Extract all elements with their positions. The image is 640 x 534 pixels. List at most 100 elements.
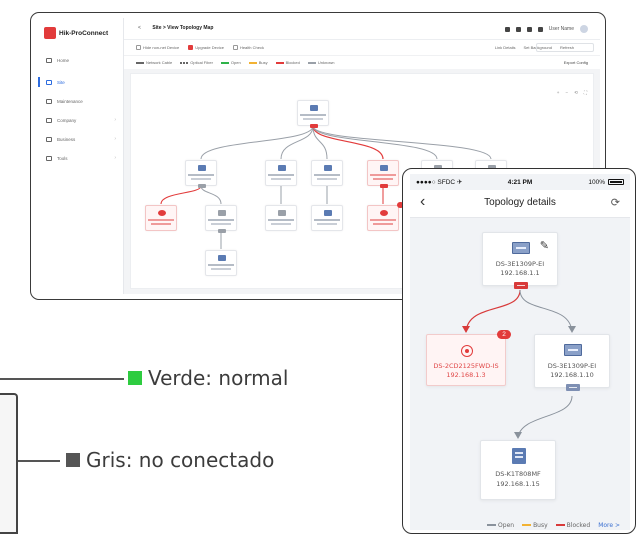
sidebar-item-label: Company: [57, 117, 77, 123]
link-line: [280, 125, 314, 160]
device-node[interactable]: DS-3E1309P-EI 192.168.1.10: [534, 334, 610, 391]
link-line: [160, 185, 202, 205]
more-link[interactable]: More >: [598, 522, 620, 529]
topology-node[interactable]: [265, 160, 297, 186]
link-details-button[interactable]: Link Details: [495, 45, 516, 50]
camera-icon: [461, 345, 473, 357]
legend-busy: Busy: [522, 522, 548, 529]
brand-name: Hik-ProConnect: [59, 29, 109, 37]
wrench-icon: [46, 98, 52, 104]
switch-icon: [198, 165, 206, 171]
settings-icon[interactable]: [537, 26, 543, 32]
brand-mark-icon: [44, 27, 56, 39]
topology-node[interactable]: [205, 250, 237, 276]
device-node-root[interactable]: ✎ DS-3E1309P-EI 192.168.1.1: [482, 232, 558, 289]
topology-node-alarm[interactable]: [367, 160, 399, 188]
device-name: DS-2CD2125FWD-IS: [433, 362, 499, 370]
user-name[interactable]: User Name: [549, 26, 574, 32]
sidebar-item-tools[interactable]: Tools ›: [38, 151, 124, 165]
composite-illustration: Hik-ProConnect Home Site Maintenance Com…: [0, 0, 640, 534]
switch-icon: [380, 165, 388, 171]
building-icon: [46, 117, 52, 123]
gray-swatch-icon: [66, 453, 80, 467]
legend-network-cable: Network Cable: [136, 60, 172, 65]
phone-link-legend: Open Busy Blocked More >: [410, 518, 630, 530]
sidebar: Hik-ProConnect Home Site Maintenance Com…: [38, 18, 124, 294]
edit-icon[interactable]: ✎: [540, 239, 549, 252]
nvr-icon: [324, 210, 332, 216]
avatar[interactable]: [580, 25, 588, 33]
port-indicator: [380, 184, 388, 188]
sidebar-item-company[interactable]: Company ›: [38, 113, 124, 127]
switch-icon: [512, 242, 530, 254]
arrow-icon: [568, 326, 576, 333]
switch-icon: [564, 344, 582, 356]
notification-icon[interactable]: [504, 26, 510, 32]
health-icon: [232, 45, 238, 51]
device-ip: 192.168.1.15: [496, 480, 540, 488]
link-line: [312, 125, 438, 160]
briefcase-icon: [46, 136, 52, 142]
chevron-right-icon: ›: [114, 155, 116, 161]
sidebar-item-home[interactable]: Home: [38, 53, 124, 67]
camera-icon: [380, 210, 388, 216]
device-name: DS-3E1309P-EI: [495, 260, 545, 268]
link-line: [465, 289, 521, 333]
topology-node[interactable]: [185, 160, 217, 188]
legend-unknown: Unknown: [307, 60, 335, 65]
globe-icon: [46, 79, 52, 85]
topology-node[interactable]: [265, 205, 297, 231]
device-node[interactable]: DS-K1T808MF 192.168.1.15: [480, 440, 556, 500]
device-edge: [0, 393, 18, 534]
topology-node-root[interactable]: [297, 100, 329, 128]
help-icon[interactable]: [515, 26, 521, 32]
legend-optical-fiber: Optical Fiber: [180, 60, 213, 65]
export-config-button[interactable]: Export Config: [564, 60, 588, 65]
sidebar-item-business[interactable]: Business ›: [38, 132, 124, 146]
device-name: DS-K1T808MF: [495, 470, 541, 478]
message-icon[interactable]: [526, 26, 532, 32]
port-indicator: [514, 282, 528, 289]
topology-node-alarm[interactable]: [367, 205, 399, 231]
legend-open: Open: [220, 60, 241, 65]
legend-open: Open: [487, 522, 514, 529]
health-check-button[interactable]: Health Check: [232, 45, 264, 51]
green-swatch-icon: [128, 371, 142, 385]
link-line: [312, 125, 492, 160]
sidebar-item-maintenance[interactable]: Maintenance: [38, 94, 124, 108]
port-indicator: [310, 124, 318, 128]
switch-icon: [324, 165, 332, 171]
chevron-right-icon: ›: [114, 117, 116, 123]
arrow-icon: [514, 432, 522, 439]
link-line: [200, 185, 222, 205]
device-icon: [278, 210, 286, 216]
breadcrumb: < Site > View Topology Map: [138, 25, 213, 31]
topology-node[interactable]: [311, 160, 343, 186]
sidebar-item-label: Site: [57, 79, 65, 85]
topology-node[interactable]: [311, 205, 343, 231]
back-button[interactable]: <: [138, 25, 141, 31]
sidebar-item-site[interactable]: Site: [38, 75, 124, 89]
legend-blocked: Blocked: [275, 60, 300, 65]
tools-icon: [46, 155, 52, 161]
search-input[interactable]: [536, 43, 594, 52]
device-node-alarm[interactable]: DS-2CD2125FWD-IS 192.168.1.3: [426, 334, 506, 386]
topology-node[interactable]: [205, 205, 237, 233]
device-name: DS-3E1309P-EI: [547, 362, 597, 370]
legend-green: Verde: normal: [128, 366, 288, 390]
page-title: Site > View Topology Map: [152, 25, 214, 31]
device-ip: 192.168.1.3: [446, 371, 486, 379]
hide-non-net-device-toggle[interactable]: Hide non-net Device: [136, 45, 179, 51]
home-icon: [46, 57, 52, 63]
brand-logo: Hik-ProConnect: [44, 27, 108, 39]
port-indicator: [566, 384, 580, 391]
legend-blocked: Blocked: [555, 522, 590, 529]
upgrade-device-button[interactable]: Upgrade Device: [188, 45, 224, 51]
port-indicator: [198, 184, 206, 188]
link-line: [519, 289, 573, 333]
topology-node-alarm[interactable]: [145, 205, 177, 231]
access-control-icon: [512, 448, 526, 464]
legend-busy: Busy: [248, 60, 268, 65]
sidebar-item-label: Tools: [57, 155, 68, 161]
device-icon: [218, 210, 226, 216]
